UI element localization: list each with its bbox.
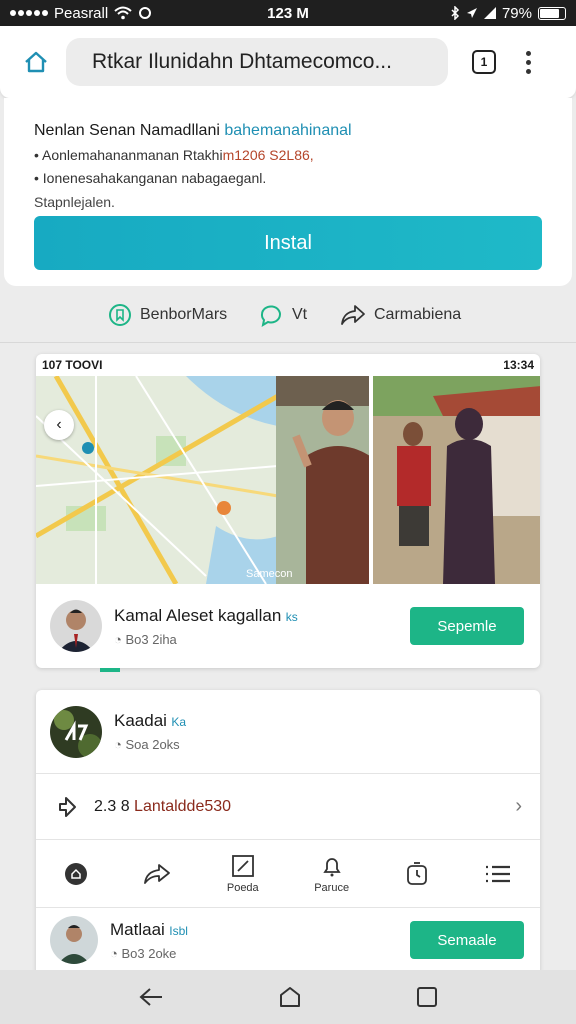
divider (0, 342, 576, 343)
home-circle-icon (64, 862, 87, 885)
link-row[interactable]: 2.3 8 Lantaldde530 › (36, 774, 540, 840)
post-card: 107 TOOVI 13:34 ‹ Samecon 6 Kamal Aleset… (36, 354, 540, 668)
install-feature-1: • Aonlemahananmanan Rtakhim1206 S2L86, (34, 147, 314, 163)
follow-button[interactable]: Sepemle (410, 607, 524, 645)
back-icon[interactable] (138, 987, 164, 1007)
embedded-status-bar: 107 TOOVI 13:34 (36, 354, 540, 376)
action-row: BenborMars Vt Carmabiena (0, 290, 576, 340)
home-circle-button[interactable] (64, 862, 88, 886)
photo-street[interactable] (373, 376, 540, 584)
list-button[interactable] (484, 864, 512, 884)
share-icon (341, 305, 365, 325)
wifi-icon (114, 6, 132, 20)
chat-label: Vt (292, 306, 308, 323)
signal-icon (10, 10, 48, 16)
home-nav-icon[interactable] (279, 986, 301, 1008)
list-icon (486, 865, 511, 882)
author-subtitle: ◔ Bo3 2iha (114, 631, 177, 647)
edit-button[interactable]: Poeda (227, 854, 259, 894)
bluetooth-icon (451, 6, 460, 20)
install-banner: Nenlan Senan Namadllani bahemanahinanal … (4, 98, 572, 286)
edit-label: Poeda (226, 881, 259, 894)
share-icon (144, 863, 171, 884)
more-icon[interactable] (526, 50, 531, 74)
browser-toolbar: Rtkar Ilunidahn Dhtamecomco... 1 (0, 26, 576, 98)
avatar[interactable] (50, 705, 102, 758)
share-button[interactable] (143, 863, 171, 885)
install-button[interactable]: Instal (34, 216, 542, 270)
author-subtitle: ◔ Soa 2oks (114, 737, 180, 752)
location-icon (466, 8, 477, 18)
bookmark-icon (109, 304, 131, 326)
author-row-3: Matlaai Isbl ◔ Bo3 2oke Semaale (36, 908, 540, 972)
photo-person[interactable] (276, 376, 370, 584)
follow-button[interactable]: Semaale (410, 921, 524, 959)
status-bar: Peasrall 123 M 79% (0, 0, 576, 26)
notify-label: Paruce (314, 881, 350, 894)
avatar[interactable] (50, 600, 102, 652)
map-image[interactable]: ‹ (36, 376, 277, 584)
recents-icon[interactable] (416, 986, 438, 1008)
cellular-icon (483, 7, 496, 19)
clock: 123 M (267, 4, 309, 22)
system-nav-bar (0, 970, 576, 1024)
battery-percent: 79% (501, 4, 532, 22)
install-feature-2: • Ionenesahakanganan nabagaeganl. (34, 170, 267, 186)
tabs-button[interactable]: 1 (472, 50, 496, 74)
clock-icon: ◔ (110, 945, 122, 961)
author-row: Kamal Aleset kagallan ks ◔ Bo3 2iha Sepe… (36, 584, 540, 668)
share-label: Carmabiena (374, 306, 462, 323)
chat-icon (260, 305, 281, 328)
edit-icon (231, 854, 254, 877)
author-name[interactable]: Kaadai (114, 711, 167, 730)
tab-indicator (100, 668, 120, 672)
sync-icon (139, 7, 152, 19)
author-row-2: Kaadai Ka ◔ Soa 2oks (36, 690, 540, 774)
embedded-clock: 13:34 (503, 358, 534, 372)
clock-icon: ◔ (114, 631, 126, 647)
home-icon[interactable] (18, 44, 54, 80)
verified-badge: ks (285, 609, 298, 624)
notify-button[interactable]: Paruce (314, 854, 349, 894)
verified-badge: Ka (171, 715, 187, 729)
bookmark-label: BenborMars (140, 306, 228, 323)
back-button[interactable]: ‹ (44, 410, 74, 440)
battery-icon (538, 6, 566, 20)
author-name[interactable]: Matlaai (110, 920, 165, 939)
avatar[interactable] (50, 916, 98, 964)
install-title: Nenlan Senan Namadllani bahemanahinanal (34, 122, 352, 139)
embedded-time: 107 TOOVI (42, 358, 103, 372)
chat-action[interactable]: Vt (258, 302, 307, 328)
post-toolbar: Poeda Paruce (36, 840, 540, 908)
author-subtitle: ◔ Bo3 2oke (110, 945, 177, 961)
clock-icon: ◔ (114, 737, 126, 752)
media-gallery[interactable]: ‹ Samecon 6 (36, 376, 540, 599)
carrier-label: Peasrall (54, 4, 109, 22)
install-note: Stapnlejalen. (34, 194, 115, 210)
verified-badge: Isbl (169, 923, 188, 938)
bell-icon (322, 857, 341, 876)
url-bar[interactable]: Rtkar Ilunidahn Dhtamecomco... (66, 38, 448, 86)
author-name[interactable]: Kamal Aleset kagallan (114, 606, 281, 625)
link-prefix: 2.3 8 (94, 797, 130, 815)
post-card-2: Kaadai Ka ◔ Soa 2oks 2.3 8 Lantaldde530 … (36, 690, 540, 972)
map-label: Samecon (246, 568, 293, 580)
share-action[interactable]: Carmabiena (340, 304, 461, 326)
share-icon (59, 796, 76, 817)
timer-button[interactable] (405, 861, 429, 887)
bookmark-action[interactable]: BenborMars (108, 303, 227, 327)
link-text: Lantaldde530 (134, 797, 232, 815)
clock-icon (406, 861, 427, 885)
chevron-right-icon: › (515, 795, 522, 817)
